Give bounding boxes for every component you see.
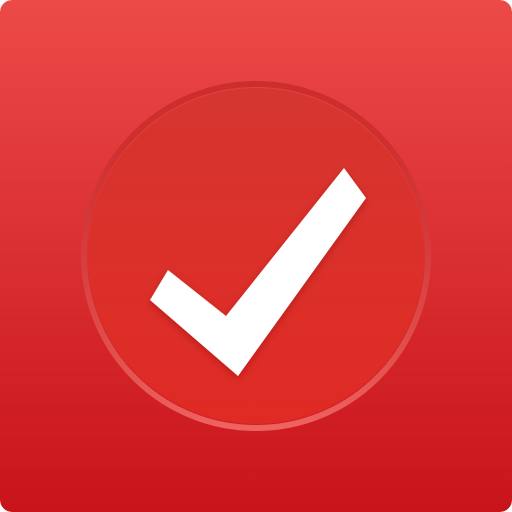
checkmark-app-icon[interactable] — [0, 0, 512, 512]
app-icon-graphic — [0, 0, 512, 512]
circle-badge — [88, 88, 424, 424]
